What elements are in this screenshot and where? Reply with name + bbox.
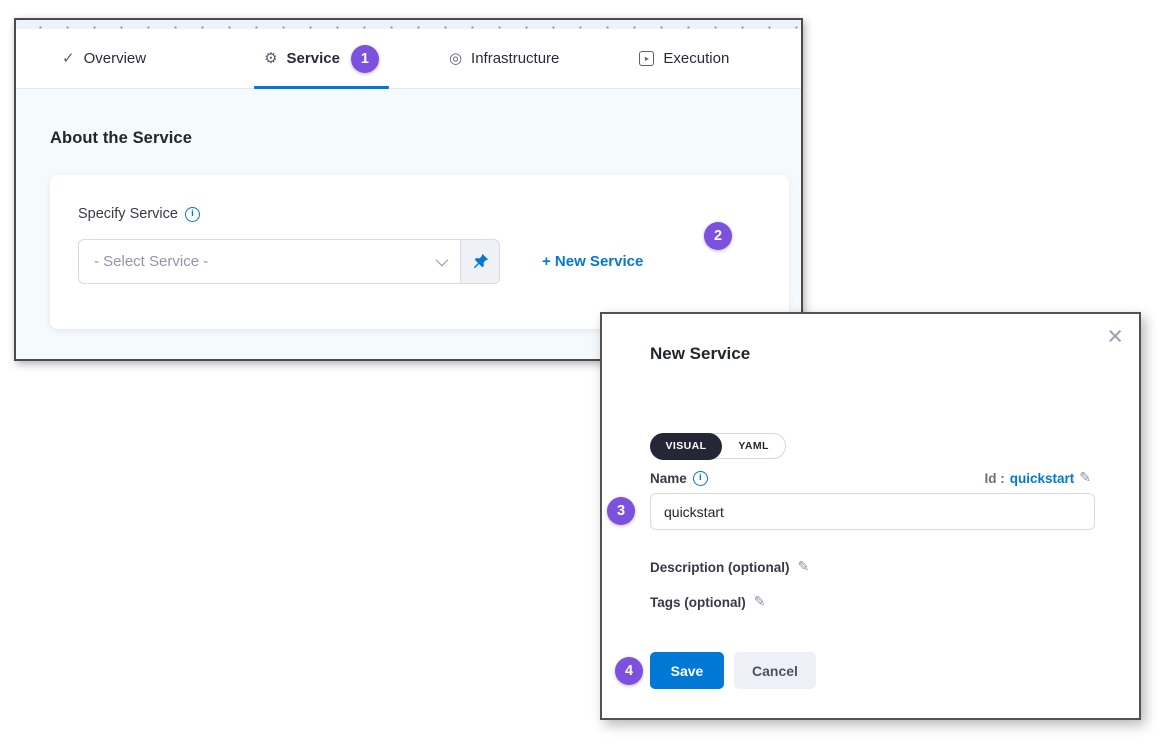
visual-yaml-toggle: VISUAL YAML: [650, 433, 786, 459]
description-label: Description (optional): [650, 560, 790, 575]
service-select-value: - Select Service -: [94, 253, 208, 270]
step-badge-1: 1: [351, 45, 379, 73]
modal-button-row: Save Cancel: [650, 652, 816, 689]
name-input[interactable]: [650, 493, 1095, 530]
toggle-visual[interactable]: VISUAL: [650, 433, 723, 460]
toggle-yaml[interactable]: YAML: [722, 434, 784, 458]
tags-label: Tags (optional): [650, 595, 746, 610]
target-icon: ◎: [449, 51, 462, 66]
tab-execution-label: Execution: [663, 50, 729, 67]
modal-title: New Service: [650, 344, 750, 364]
description-row: Description (optional) ✎: [650, 559, 809, 575]
info-icon[interactable]: i: [693, 471, 708, 486]
pushpin-icon: [472, 253, 489, 270]
cancel-button[interactable]: Cancel: [734, 652, 816, 689]
specify-service-label: Specify Service: [78, 206, 178, 222]
tab-service[interactable]: ⚙ Service 1: [252, 29, 391, 88]
info-icon[interactable]: i: [185, 207, 200, 222]
id-label: Id :: [984, 471, 1004, 486]
specify-service-card: Specify Service i - Select Service - + N…: [50, 175, 789, 329]
edit-tags-pencil-icon[interactable]: ✎: [754, 594, 766, 610]
service-select[interactable]: - Select Service -: [78, 239, 460, 284]
name-label-row: Name i Id : quickstart ✎: [650, 470, 1091, 486]
save-button[interactable]: Save: [650, 652, 724, 689]
service-select-row: - Select Service - + New Service: [78, 239, 643, 284]
edit-id-pencil-icon[interactable]: ✎: [1079, 470, 1091, 486]
pin-service-button[interactable]: [460, 239, 500, 284]
specify-service-label-row: Specify Service i: [78, 206, 200, 222]
gear-icon: ⚙: [264, 51, 277, 66]
step-badge-3: 3: [607, 497, 635, 525]
canvas-dot-strip: [16, 20, 801, 29]
step-badge-4: 4: [615, 657, 643, 685]
tab-infrastructure[interactable]: ◎ Infrastructure: [437, 29, 571, 88]
tab-execution[interactable]: ▸ Execution: [627, 29, 741, 88]
tab-overview-label: Overview: [84, 50, 147, 67]
tab-overview[interactable]: ✓ Overview: [50, 29, 158, 88]
check-icon: ✓: [62, 51, 75, 66]
close-icon[interactable]: ×: [1107, 320, 1123, 352]
page: ✓ Overview ⚙ Service 1 ◎ Infrastructure …: [0, 0, 1170, 755]
chevron-down-icon: [436, 254, 449, 267]
about-service-heading: About the Service: [50, 129, 192, 148]
tab-infrastructure-label: Infrastructure: [471, 50, 559, 67]
new-service-modal: × New Service VISUAL YAML Name i Id : qu…: [600, 312, 1141, 720]
tab-service-label: Service: [287, 50, 340, 67]
id-group: Id : quickstart ✎: [984, 470, 1091, 486]
stage-tab-bar: ✓ Overview ⚙ Service 1 ◎ Infrastructure …: [16, 29, 801, 89]
service-config-panel: ✓ Overview ⚙ Service 1 ◎ Infrastructure …: [14, 18, 803, 361]
tags-row: Tags (optional) ✎: [650, 594, 765, 610]
name-label-group: Name i: [650, 471, 708, 486]
edit-description-pencil-icon[interactable]: ✎: [798, 559, 810, 575]
play-icon: ▸: [639, 51, 654, 66]
name-label: Name: [650, 471, 687, 486]
new-service-link[interactable]: + New Service: [542, 253, 643, 270]
id-value-link[interactable]: quickstart: [1010, 471, 1075, 486]
step-badge-2: 2: [704, 222, 732, 250]
